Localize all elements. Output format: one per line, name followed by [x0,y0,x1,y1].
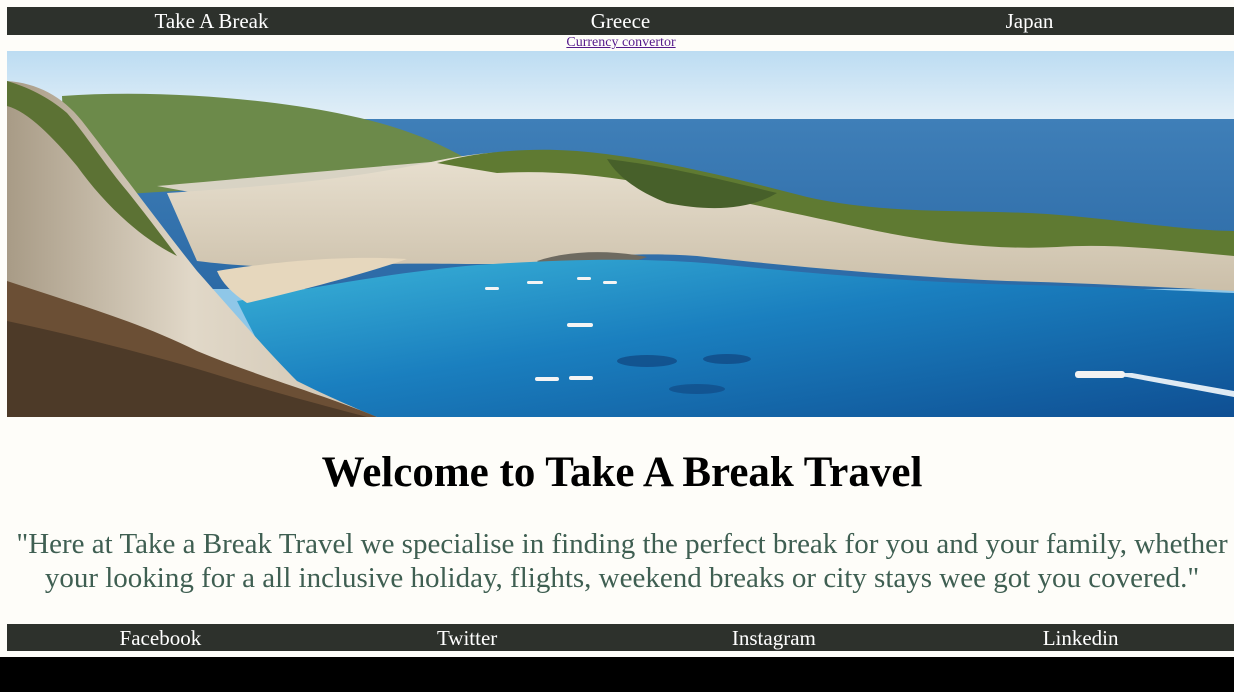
welcome-heading: Welcome to Take A Break Travel [321,449,923,496]
footer-link-linkedin[interactable]: Linkedin [927,624,1234,651]
nav-link-greece[interactable]: Greece [416,7,825,35]
hero-illustration [7,51,1234,417]
top-navigation: Take A Break Greece Japan [7,7,1234,35]
welcome-quote: "Here at Take a Break Travel we speciali… [16,528,1228,594]
footer-link-twitter[interactable]: Twitter [314,624,621,651]
nav-link-take-a-break[interactable]: Take A Break [7,7,416,35]
footer-social-bar: Facebook Twitter Instagram Linkedin [7,624,1234,651]
currency-convertor-link[interactable]: Currency convertor [0,34,1234,52]
page: Take A Break Greece Japan Currency conve… [0,0,1234,657]
hero-image [7,51,1234,417]
footer-link-facebook[interactable]: Facebook [7,624,314,651]
nav-link-japan[interactable]: Japan [825,7,1234,35]
footer-link-instagram[interactable]: Instagram [621,624,928,651]
